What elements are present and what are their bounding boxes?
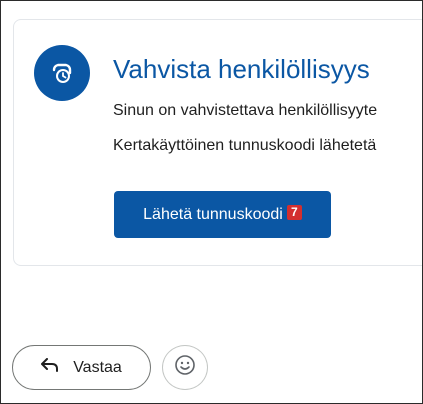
reply-label: Vastaa (73, 358, 122, 376)
send-passcode-button[interactable]: Lähetä tunnuskoodi 7 (114, 191, 331, 238)
clock-badge-icon (34, 45, 90, 101)
element-badge: 7 (286, 205, 302, 220)
card-description-line-1: Sinun on vahvistettava henkilöllisyyte (113, 102, 378, 119)
reply-button[interactable]: Vastaa (12, 345, 151, 390)
smiley-icon (174, 354, 196, 381)
verify-identity-card: Vahvista henkilöllisyys Sinun on vahvist… (13, 19, 422, 266)
emoji-reaction-button[interactable] (162, 345, 208, 390)
window-frame: Vahvista henkilöllisyys Sinun on vahvist… (0, 0, 423, 404)
send-passcode-label: Lähetä tunnuskoodi (143, 205, 283, 223)
card-description-line-2: Kertakäyttöinen tunnuskoodi lähetetä (113, 137, 377, 154)
reply-arrow-icon (41, 358, 59, 377)
card-title: Vahvista henkilöllisyys (113, 54, 370, 84)
